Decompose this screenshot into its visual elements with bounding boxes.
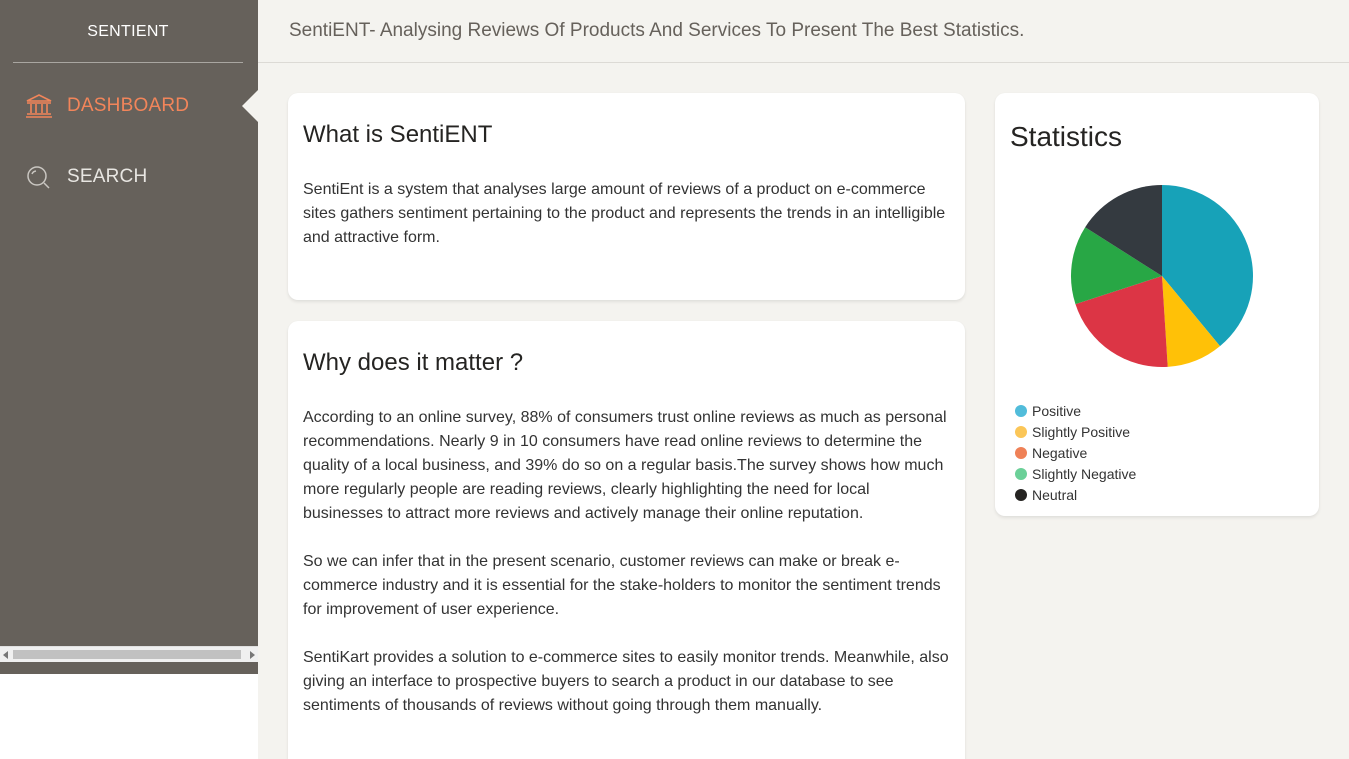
- sidebar: SENTIENT DASHBOARD SEARCH: [0, 0, 258, 759]
- card-paragraph: SentiKart provides a solution to e-comme…: [303, 649, 949, 714]
- sidebar-item-dashboard[interactable]: DASHBOARD: [0, 83, 258, 127]
- sidebar-item-search[interactable]: SEARCH: [0, 154, 258, 198]
- scroll-left-icon[interactable]: [3, 651, 8, 659]
- card-paragraph: So we can infer that in the present scen…: [303, 553, 941, 618]
- legend-label: Negative: [1032, 444, 1088, 461]
- scroll-right-icon[interactable]: [250, 651, 255, 659]
- legend-item[interactable]: Positive: [1015, 400, 1136, 421]
- card-paragraph: According to an online survey, 88% of co…: [303, 409, 947, 522]
- sentiment-pie-chart: [1071, 185, 1253, 367]
- card-title: Why does it matter ?: [303, 349, 524, 376]
- card-body: SentiEnt is a system that analyses large…: [303, 181, 946, 246]
- statistics-card: Statistics Positive Slightly Positive Nega…: [995, 93, 1319, 516]
- page-title: SentiENT- Analysing Reviews Of Products …: [289, 20, 1025, 41]
- legend-item[interactable]: Negative: [1015, 442, 1136, 463]
- card-title: Statistics: [1010, 121, 1123, 152]
- legend-item[interactable]: Neutral: [1015, 484, 1136, 505]
- card-title: What is SentiENT: [303, 121, 493, 148]
- top-navbar: SentiENT- Analysing Reviews Of Products …: [258, 0, 1349, 63]
- legend-label: Neutral: [1032, 486, 1078, 503]
- legend-label: Slightly Negative: [1032, 465, 1137, 482]
- horizontal-scrollbar[interactable]: [0, 646, 258, 662]
- what-is-card: What is SentiENT SentiEnt is a system th…: [288, 93, 965, 300]
- legend-dot-icon: [1015, 446, 1027, 459]
- brand-logo-text[interactable]: SENTIENT: [13, 0, 243, 63]
- legend-label: Positive: [1032, 402, 1082, 419]
- bank-icon: [25, 93, 53, 119]
- search-icon: [25, 164, 53, 190]
- legend-dot-icon: [1015, 404, 1027, 417]
- sidebar-panel: SENTIENT DASHBOARD SEARCH: [0, 0, 258, 674]
- legend-item[interactable]: Slightly Positive: [1015, 421, 1136, 442]
- sidebar-item-label: DASHBOARD: [67, 95, 190, 116]
- active-indicator: [242, 90, 258, 122]
- scrollbar-thumb[interactable]: [13, 650, 241, 659]
- why-matter-card: Why does it matter ? According to an onl…: [288, 321, 965, 759]
- chart-legend: Positive Slightly Positive Negative Slightl…: [1015, 400, 1136, 505]
- legend-dot-icon: [1015, 467, 1027, 480]
- legend-label: Slightly Positive: [1032, 423, 1131, 440]
- legend-item[interactable]: Slightly Negative: [1015, 463, 1136, 484]
- legend-dot-icon: [1015, 425, 1027, 438]
- sidebar-item-label: SEARCH: [67, 166, 148, 187]
- legend-dot-icon: [1015, 488, 1027, 501]
